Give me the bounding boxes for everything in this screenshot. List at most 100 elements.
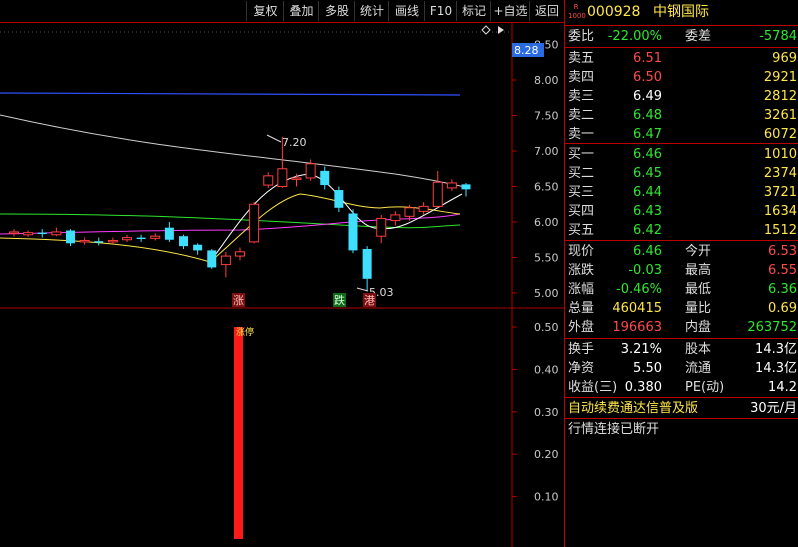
candles-group (9, 136, 471, 291)
committee-diff-label: 委差 (685, 29, 712, 44)
candle-body (164, 227, 174, 240)
stock-badge-bottom: 1000 (568, 12, 586, 20)
fund-label-2: 股本 (685, 342, 712, 357)
volume-tick-label: 0.20 (534, 448, 559, 461)
quote-label-2: 最高 (685, 263, 712, 278)
candle-body (235, 251, 245, 257)
candle (220, 251, 231, 278)
candle-body (376, 217, 387, 237)
bid-price: 6.45 (633, 166, 662, 181)
price-tick-label: 6.00 (534, 216, 559, 229)
ask-volume: 2812 (763, 89, 797, 104)
bid-volume: 1634 (763, 204, 797, 219)
candle (207, 248, 217, 269)
candle (376, 214, 387, 244)
status-row: 行情连接已断开 (565, 420, 798, 439)
committee-ratio-value: -22.00% (607, 29, 662, 44)
marker-down-label: 跌 (334, 293, 345, 307)
mark-button[interactable]: 标记 (456, 1, 491, 21)
promo-row[interactable]: 自动续费通达信普及版 30元/月 (565, 399, 798, 418)
candle (37, 229, 47, 238)
volume-tick-label: 0.40 (534, 363, 559, 376)
bid-price: 6.43 (633, 204, 662, 219)
ask-level-label: 卖五 (568, 51, 595, 66)
quote-panel: R 1000 000928 中钢国际 委比 -22.00% 委差 -5784 卖… (564, 0, 798, 547)
current-price-tag-label: 8.28 (514, 44, 539, 57)
candle-body (291, 177, 302, 180)
stock-badge: R 1000 (568, 3, 586, 23)
stock-code: 000928 (587, 4, 641, 20)
candle (320, 166, 330, 190)
candle-body (263, 175, 274, 186)
bid-price: 6.42 (633, 223, 662, 238)
candle (249, 202, 260, 244)
quote-value: 460415 (612, 301, 662, 316)
candle-body (220, 255, 231, 266)
draw-line-button[interactable]: 画线 (388, 1, 425, 21)
candle-body (277, 168, 288, 187)
candle-body (362, 248, 372, 279)
bid-level-label: 买三 (568, 185, 595, 200)
quote-label: 总量 (568, 301, 595, 316)
bid-volume: 2374 (763, 166, 797, 181)
candle-body (207, 250, 217, 268)
promo-text[interactable]: 自动续费通达信普及版 (568, 399, 698, 418)
candle-body (320, 170, 330, 186)
candle (23, 230, 34, 237)
quote-value-2: 6.53 (768, 244, 797, 259)
add-favorite-button[interactable]: +自选 (490, 1, 530, 21)
overlay-button[interactable]: 叠加 (283, 1, 319, 21)
candle (150, 233, 161, 241)
candle-body (305, 163, 316, 179)
diamond-icon[interactable] (481, 25, 504, 35)
fund-value-2: 14.3亿 (755, 361, 797, 376)
multi-stock-button[interactable]: 多股 (318, 1, 355, 21)
bid-level-label: 买四 (568, 204, 595, 219)
ask-volume: 2921 (763, 70, 797, 85)
chart-toolbar: 复权 叠加 多股 统计 画线 F10 标记 +自选 返回 (0, 0, 564, 22)
ask-price: 6.49 (633, 89, 662, 104)
promo-price[interactable]: 30元/月 (750, 399, 797, 418)
quote-value: -0.46% (616, 282, 662, 297)
candle-body (179, 236, 188, 247)
candle-body (249, 203, 260, 243)
ask-price: 6.47 (633, 127, 662, 142)
fund-value-2: 14.3亿 (755, 342, 797, 357)
chart-frame (0, 22, 564, 547)
price-tick-label: 6.50 (534, 181, 559, 194)
quote-value: 196663 (612, 320, 662, 335)
back-button[interactable]: 返回 (529, 1, 564, 21)
high-annotation-label: 7.20 (282, 136, 307, 149)
price-axis: 8.508.007.507.006.506.005.505.00 (512, 39, 559, 300)
committee-ratio-label: 委比 (568, 29, 595, 44)
price-tick-label: 5.00 (534, 287, 559, 300)
candle-body (446, 182, 457, 189)
fuquan-button[interactable]: 复权 (246, 1, 284, 21)
candle (446, 179, 457, 191)
f10-button[interactable]: F10 (424, 1, 457, 21)
candle (51, 227, 62, 237)
candle (136, 234, 146, 242)
candle (432, 170, 443, 208)
ask-level-label: 卖一 (568, 127, 595, 142)
statistics-button[interactable]: 统计 (354, 1, 389, 21)
candle-body (418, 205, 429, 212)
candle-body (66, 230, 75, 244)
quote-label: 现价 (568, 244, 595, 259)
marker-up-label: 涨 (233, 294, 244, 307)
stock-name: 中钢国际 (653, 4, 709, 20)
quote-value-2: 6.55 (768, 263, 797, 278)
price-tick-label: 8.00 (534, 74, 559, 87)
volume-bar-label: 涨停 (236, 326, 254, 338)
quote-label-2: 今开 (685, 244, 712, 259)
bid-price: 6.44 (633, 185, 662, 200)
candle-body (79, 239, 90, 243)
bid-volume: 3721 (763, 185, 797, 200)
ask-price: 6.51 (633, 51, 662, 66)
candle (418, 202, 429, 215)
quote-label-2: 内盘 (685, 320, 712, 335)
ma-blue-line (0, 92, 461, 96)
kline-chart[interactable]: 8.508.007.507.006.506.005.505.00 8.28 7.… (0, 22, 564, 547)
candle (348, 209, 358, 254)
candle-body (9, 231, 19, 234)
